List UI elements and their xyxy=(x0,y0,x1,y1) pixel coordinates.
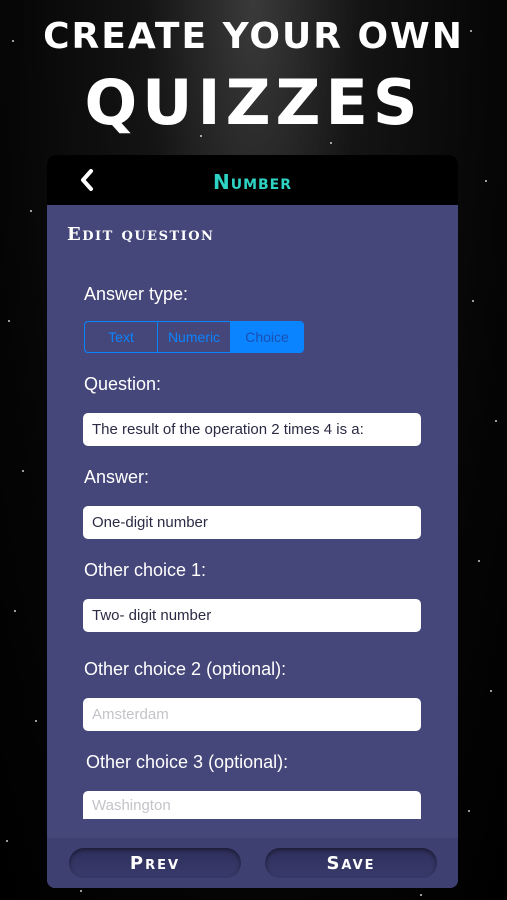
segment-choice[interactable]: Choice xyxy=(231,322,303,352)
question-field[interactable]: The result of the operation 2 times 4 is… xyxy=(83,413,421,446)
bottom-toolbar: Prev Save xyxy=(47,838,458,888)
save-button[interactable]: Save xyxy=(265,848,437,878)
segment-text[interactable]: Text xyxy=(85,322,158,352)
section-title: Edit question xyxy=(67,224,215,245)
answer-field[interactable]: One-digit number xyxy=(83,506,421,539)
other-choice-2-field[interactable]: Amsterdam xyxy=(83,698,421,731)
promo-title: QUIZZES xyxy=(84,66,423,139)
promo-headline: CREATE YOUR OWN xyxy=(43,16,464,57)
other-choice-2-label: Other choice 2 (optional): xyxy=(84,659,287,679)
answer-type-label: Answer type: xyxy=(84,284,189,304)
screen-title: Number xyxy=(212,170,293,194)
prev-button[interactable]: Prev xyxy=(69,848,241,878)
other-choice-1-field[interactable]: Two- digit number xyxy=(83,599,421,632)
segment-numeric[interactable]: Numeric xyxy=(158,322,231,352)
other-choice-3-label: Other choice 3 (optional): xyxy=(86,752,289,772)
other-choice-1-label: Other choice 1: xyxy=(84,560,207,580)
answer-label: Answer: xyxy=(84,467,150,487)
navigation-bar: Number xyxy=(47,155,458,205)
answer-type-segmented-control: Text Numeric Choice xyxy=(84,321,304,353)
app-screen: Number Edit question Answer type: Text N… xyxy=(47,155,458,888)
question-label: Question: xyxy=(84,374,162,394)
other-choice-3-field[interactable]: Washington xyxy=(83,791,421,819)
